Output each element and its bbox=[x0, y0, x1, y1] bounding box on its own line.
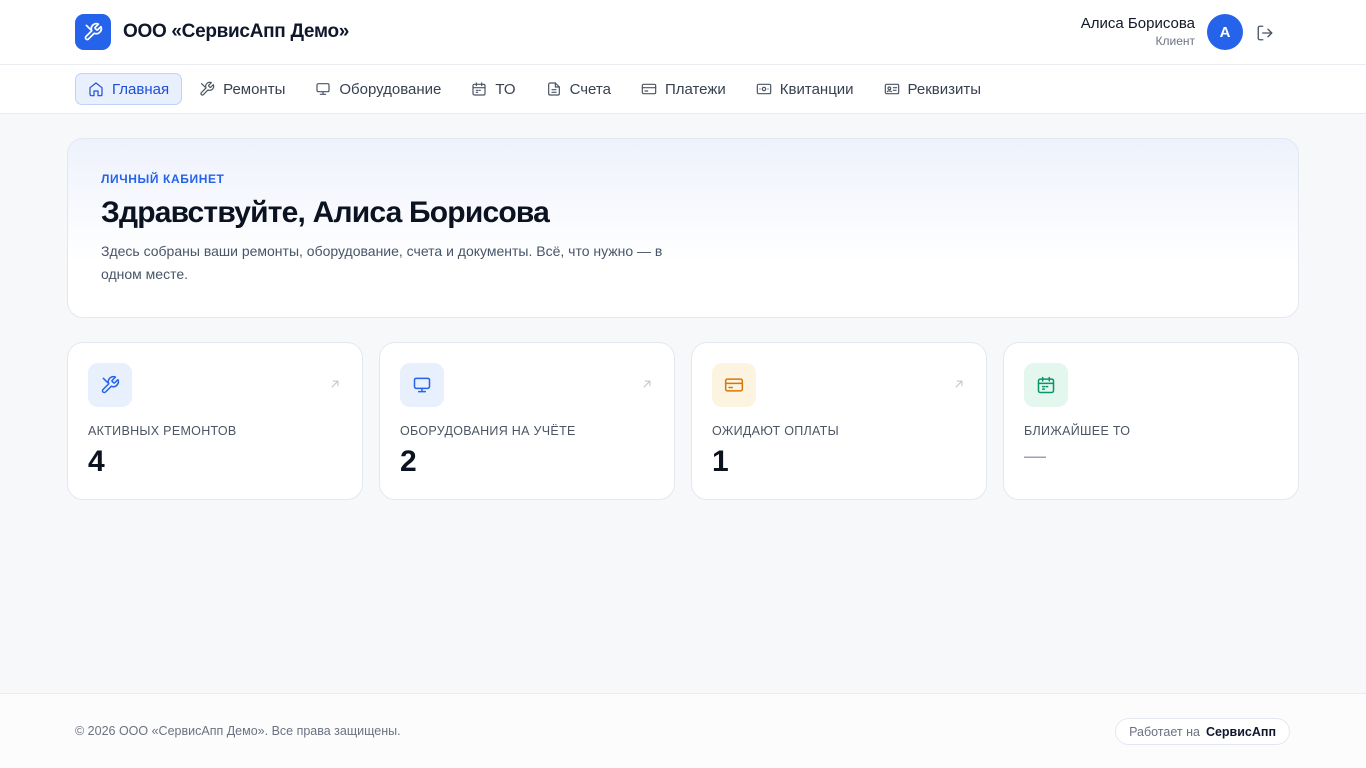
nav-item-receipts[interactable]: Квитанции bbox=[743, 73, 867, 105]
stat-card-awaiting-payment[interactable]: ОЖИДАЮТ ОПЛАТЫ 1 bbox=[691, 342, 987, 500]
brand-name: ООО «СервисАпп Демо» bbox=[123, 21, 350, 42]
calendar-icon bbox=[1024, 363, 1068, 407]
brand[interactable]: ООО «СервисАпп Демо» bbox=[75, 14, 349, 50]
nav-item-label: Платежи bbox=[664, 80, 726, 98]
welcome-panel: ЛИЧНЫЙ КАБИНЕТ Здравствуйте, Алиса Борис… bbox=[67, 138, 1299, 318]
nav-item-equipment[interactable]: Оборудование bbox=[302, 73, 454, 105]
page-title: Здравствуйте, Алиса Борисова bbox=[101, 196, 550, 229]
monitor-icon bbox=[316, 83, 330, 95]
stat-value: 1 bbox=[712, 445, 729, 478]
document-icon bbox=[547, 82, 560, 96]
powered-by-badge[interactable]: Работает на СервисАпп bbox=[1115, 718, 1290, 745]
arrow-up-right-icon bbox=[640, 377, 654, 396]
nav-item-payments[interactable]: Платежи bbox=[628, 73, 739, 105]
powered-brand: СервисАпп bbox=[1205, 724, 1276, 739]
stat-card-equipment[interactable]: ОБОРУДОВАНИЯ НА УЧЁТЕ 2 bbox=[379, 342, 675, 500]
stat-label: ОЖИДАЮТ ОПЛАТЫ bbox=[712, 424, 839, 438]
stat-value: 4 bbox=[88, 445, 105, 478]
nav-item-label: ТО bbox=[495, 80, 516, 98]
arrow-up-right-icon bbox=[952, 377, 966, 396]
nav-item-label: Счета bbox=[569, 80, 611, 98]
tools-icon bbox=[88, 363, 132, 407]
tools-icon bbox=[200, 81, 215, 96]
calendar-icon bbox=[472, 82, 487, 96]
credit-card-icon bbox=[641, 83, 657, 95]
stat-card-active-repairs[interactable]: АКТИВНЫХ РЕМОНТОВ 4 bbox=[67, 342, 363, 500]
nav-item-label: Оборудование bbox=[339, 80, 442, 98]
user-role: Клиент bbox=[1155, 34, 1196, 48]
top-header: ООО «СервисАпп Демо» Алиса Борисова Клие… bbox=[0, 0, 1366, 65]
arrow-up-right-icon bbox=[328, 377, 342, 396]
stat-label: БЛИЖАЙШЕЕ ТО bbox=[1024, 424, 1131, 438]
nav-item-requisites[interactable]: Реквизиты bbox=[871, 73, 995, 105]
logout-icon[interactable] bbox=[1254, 22, 1276, 44]
nav-item-label: Квитанции bbox=[779, 80, 854, 98]
nav-item-repairs[interactable]: Ремонты bbox=[186, 73, 298, 105]
tools-icon bbox=[75, 14, 111, 50]
section-eyebrow: ЛИЧНЫЙ КАБИНЕТ bbox=[101, 172, 225, 186]
user-name: Алиса Борисова bbox=[1080, 15, 1195, 32]
id-card-icon bbox=[884, 83, 899, 95]
nav-item-invoices[interactable]: Счета bbox=[533, 73, 624, 105]
stat-label: АКТИВНЫХ РЕМОНТОВ bbox=[88, 424, 237, 438]
powered-label: Работает на bbox=[1129, 724, 1200, 739]
welcome-text: Здесь собраны ваши ремонты, оборудование… bbox=[101, 243, 663, 282]
nav-item-maintenance[interactable]: ТО bbox=[458, 73, 528, 105]
nav-item-home[interactable]: Главная bbox=[75, 73, 183, 105]
avatar[interactable]: А bbox=[1207, 14, 1243, 50]
home-icon bbox=[89, 82, 103, 97]
stat-card-next-maintenance: БЛИЖАЙШЕЕ ТО — bbox=[1003, 342, 1299, 500]
stat-value: 2 bbox=[400, 445, 417, 478]
footer: © 2026 ООО «СервисАпп Демо». Все права з… bbox=[0, 693, 1366, 768]
credit-card-icon bbox=[712, 363, 756, 407]
main-nav: Главная Ремонты Оборудование ТО Счета Пл… bbox=[0, 65, 1366, 114]
stat-value: — bbox=[1024, 443, 1046, 468]
copyright: © 2026 ООО «СервисАпп Демо». Все права з… bbox=[75, 724, 401, 738]
stat-label: ОБОРУДОВАНИЯ НА УЧЁТЕ bbox=[400, 424, 576, 438]
nav-item-label: Главная bbox=[112, 80, 170, 98]
nav-item-label: Ремонты bbox=[223, 80, 286, 98]
receipt-icon bbox=[756, 83, 772, 95]
monitor-icon bbox=[400, 363, 444, 407]
user-menu[interactable]: Алиса Борисова Клиент А bbox=[1081, 14, 1243, 50]
nav-item-label: Реквизиты bbox=[907, 80, 982, 98]
